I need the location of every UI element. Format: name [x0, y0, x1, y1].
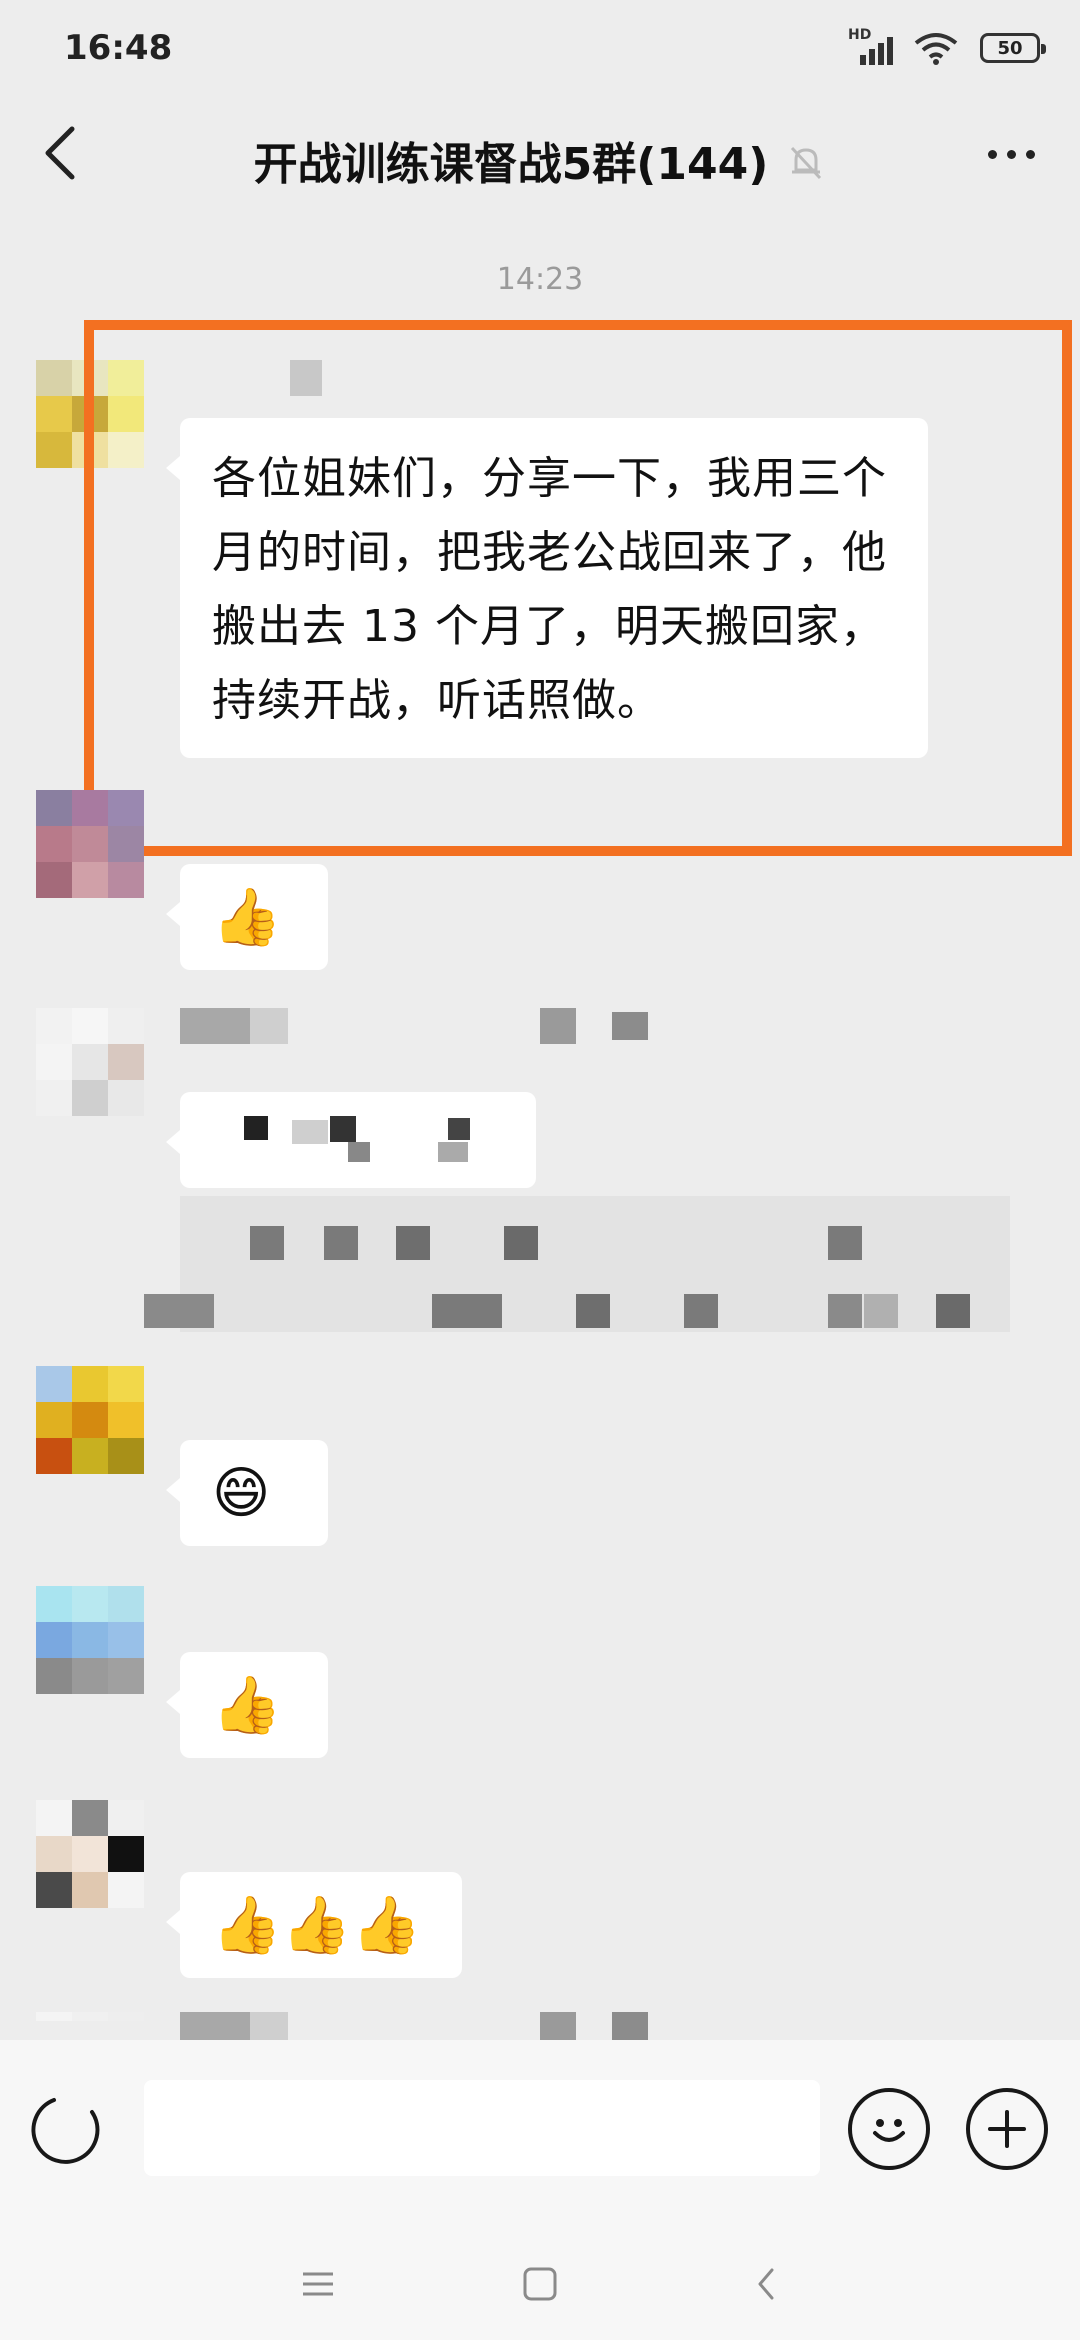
emoji-bubble[interactable]: 👍 [166, 864, 328, 970]
avatar[interactable] [36, 2012, 144, 2040]
plus-button[interactable] [966, 2088, 1048, 2170]
nickname-blur [180, 2012, 250, 2040]
status-time: 16:48 [64, 28, 173, 68]
more-dot [1025, 149, 1035, 159]
chat-timestamp: 14:23 [496, 262, 584, 297]
plus-icon [988, 2110, 1026, 2148]
text-blur [684, 1294, 718, 1328]
text-blur [576, 1294, 610, 1328]
thumbs-up-icon: 👍 [212, 885, 282, 950]
home-button[interactable] [510, 2254, 570, 2314]
text-blur [396, 1226, 430, 1260]
emoji-bubble[interactable]: 👍👍👍 [166, 1872, 462, 1978]
nickname-blur [540, 2012, 576, 2040]
text-blur [324, 1226, 358, 1260]
system-back-button[interactable] [736, 2254, 796, 2314]
nickname-blur [612, 2012, 648, 2040]
text-blur [348, 1142, 370, 1162]
text-blur [292, 1120, 328, 1144]
status-icons: HD 50 [848, 27, 1046, 68]
nickname-blur [540, 1008, 576, 1044]
wifi-icon [914, 33, 958, 65]
more-dot [1006, 149, 1016, 159]
menu-icon [303, 2272, 333, 2296]
home-square-icon [523, 2267, 557, 2301]
highlight-box [84, 320, 1072, 856]
voice-button[interactable] [30, 2090, 106, 2166]
text-blur [330, 1116, 356, 1142]
message-bubble[interactable] [166, 1092, 536, 1188]
back-icon [758, 2268, 774, 2300]
system-nav-bar [0, 2220, 1080, 2340]
status-bar: 16:48 HD 50 [0, 0, 1080, 100]
text-blur [144, 1294, 214, 1328]
text-blur [244, 1116, 268, 1140]
voice-icon [31, 2098, 100, 2164]
chat-title-text: 开战训练课督战5群(144) [253, 139, 769, 190]
menu-button[interactable] [288, 2254, 348, 2314]
text-blur [828, 1226, 862, 1260]
emoji-bubble[interactable]: 👍 [166, 1652, 328, 1758]
emoji-bubble[interactable]: 😄 [166, 1440, 328, 1546]
text-blur [448, 1118, 470, 1140]
avatar[interactable] [36, 790, 144, 898]
nickname-blur [250, 1008, 288, 1044]
nickname-blur [250, 2012, 288, 2040]
battery-icon: 50 [980, 33, 1046, 63]
text-blur [432, 1294, 502, 1328]
avatar[interactable] [36, 1586, 144, 1694]
more-dot [987, 149, 997, 159]
emoji-button[interactable] [848, 2088, 930, 2170]
text-blur [828, 1294, 862, 1328]
signal-icon: HD [848, 27, 893, 67]
emoji-icon [873, 2119, 905, 2142]
text-blur [864, 1294, 898, 1328]
three-thumbs-up-icon: 👍👍👍 [212, 1893, 422, 1958]
text-blur [504, 1226, 538, 1260]
message-input[interactable] [144, 2080, 820, 2176]
chat-header: 开战训练课督战5群(144) [0, 100, 1080, 210]
grinning-face-icon: 😄 [212, 1460, 271, 1526]
avatar[interactable] [36, 1008, 144, 1116]
mute-bell-icon [786, 142, 826, 193]
more-button[interactable] [976, 124, 1046, 184]
input-bar [0, 2040, 1080, 2220]
text-blur [250, 1226, 284, 1260]
battery-level: 50 [997, 37, 1023, 59]
text-blur [936, 1294, 970, 1328]
quoted-message[interactable] [144, 1196, 1010, 1332]
thumbs-up-icon: 👍 [212, 1673, 282, 1738]
nickname-blur [612, 1012, 648, 1040]
avatar[interactable] [36, 1800, 144, 1908]
text-blur [438, 1142, 468, 1162]
avatar[interactable] [36, 1366, 144, 1474]
chat-title: 开战训练课督战5群(144) [0, 128, 1080, 193]
nickname-blur [180, 1008, 250, 1044]
